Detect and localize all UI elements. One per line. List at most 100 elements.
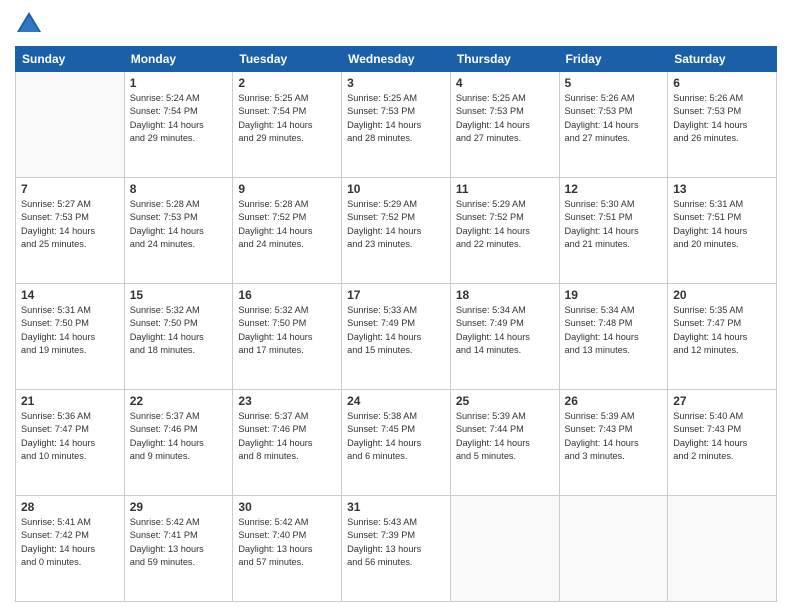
calendar-cell: 5 Sunrise: 5:26 AMSunset: 7:53 PMDaylight… <box>559 72 668 178</box>
calendar-table: SundayMondayTuesdayWednesdayThursdayFrid… <box>15 46 777 602</box>
calendar-cell: 6 Sunrise: 5:26 AMSunset: 7:53 PMDaylight… <box>668 72 777 178</box>
calendar-cell: 4 Sunrise: 5:25 AMSunset: 7:53 PMDaylight… <box>450 72 559 178</box>
day-info: Sunrise: 5:31 AMSunset: 7:51 PMDaylight:… <box>673 198 771 251</box>
calendar-cell: 24 Sunrise: 5:38 AMSunset: 7:45 PMDayligh… <box>342 390 451 496</box>
day-number: 12 <box>565 182 663 196</box>
day-number: 21 <box>21 394 119 408</box>
day-info: Sunrise: 5:42 AMSunset: 7:40 PMDaylight:… <box>238 516 336 569</box>
calendar-cell <box>16 72 125 178</box>
calendar-cell <box>559 496 668 602</box>
calendar-week-row: 7 Sunrise: 5:27 AMSunset: 7:53 PMDaylight… <box>16 178 777 284</box>
calendar-cell: 27Sunrise: 5:40 AMSunset: 7:43 PMDayligh… <box>668 390 777 496</box>
calendar-cell: 31 Sunrise: 5:43 AMSunset: 7:39 PMDayligh… <box>342 496 451 602</box>
calendar-cell: 3Sunrise: 5:25 AMSunset: 7:53 PMDaylight… <box>342 72 451 178</box>
day-info: Sunrise: 5:37 AMSunset: 7:46 PMDaylight:… <box>238 410 336 463</box>
day-info: Sunrise: 5:43 AMSunset: 7:39 PMDaylight:… <box>347 516 445 569</box>
day-number: 6 <box>673 76 771 90</box>
day-info: Sunrise: 5:36 AMSunset: 7:47 PMDaylight:… <box>21 410 119 463</box>
day-number: 4 <box>456 76 554 90</box>
calendar-cell <box>668 496 777 602</box>
day-info: Sunrise: 5:27 AMSunset: 7:53 PMDaylight:… <box>21 198 119 251</box>
weekday-header: Wednesday <box>342 47 451 72</box>
calendar-week-row: 14Sunrise: 5:31 AMSunset: 7:50 PMDayligh… <box>16 284 777 390</box>
day-number: 7 <box>21 182 119 196</box>
day-info: Sunrise: 5:39 AMSunset: 7:44 PMDaylight:… <box>456 410 554 463</box>
calendar-cell: 12 Sunrise: 5:30 AMSunset: 7:51 PMDayligh… <box>559 178 668 284</box>
weekday-header: Sunday <box>16 47 125 72</box>
calendar-cell: 1Sunrise: 5:24 AMSunset: 7:54 PMDaylight… <box>124 72 233 178</box>
day-info: Sunrise: 5:29 AMSunset: 7:52 PMDaylight:… <box>347 198 445 251</box>
day-info: Sunrise: 5:42 AMSunset: 7:41 PMDaylight:… <box>130 516 228 569</box>
day-info: Sunrise: 5:28 AMSunset: 7:53 PMDaylight:… <box>130 198 228 251</box>
day-info: Sunrise: 5:38 AMSunset: 7:45 PMDaylight:… <box>347 410 445 463</box>
header <box>15 10 777 38</box>
logo <box>15 10 47 38</box>
day-info: Sunrise: 5:34 AMSunset: 7:48 PMDaylight:… <box>565 304 663 357</box>
day-info: Sunrise: 5:29 AMSunset: 7:52 PMDaylight:… <box>456 198 554 251</box>
day-info: Sunrise: 5:37 AMSunset: 7:46 PMDaylight:… <box>130 410 228 463</box>
day-info: Sunrise: 5:25 AMSunset: 7:54 PMDaylight:… <box>238 92 336 145</box>
calendar-cell: 19 Sunrise: 5:34 AMSunset: 7:48 PMDayligh… <box>559 284 668 390</box>
day-info: Sunrise: 5:26 AMSunset: 7:53 PMDaylight:… <box>673 92 771 145</box>
day-number: 5 <box>565 76 663 90</box>
weekday-header: Friday <box>559 47 668 72</box>
day-number: 11 <box>456 182 554 196</box>
calendar-week-row: 1Sunrise: 5:24 AMSunset: 7:54 PMDaylight… <box>16 72 777 178</box>
day-number: 2 <box>238 76 336 90</box>
day-number: 25 <box>456 394 554 408</box>
page: SundayMondayTuesdayWednesdayThursdayFrid… <box>0 0 792 612</box>
calendar-cell: 14Sunrise: 5:31 AMSunset: 7:50 PMDayligh… <box>16 284 125 390</box>
day-number: 17 <box>347 288 445 302</box>
day-number: 28 <box>21 500 119 514</box>
day-info: Sunrise: 5:32 AMSunset: 7:50 PMDaylight:… <box>238 304 336 357</box>
day-number: 26 <box>565 394 663 408</box>
day-info: Sunrise: 5:25 AMSunset: 7:53 PMDaylight:… <box>456 92 554 145</box>
day-info: Sunrise: 5:35 AMSunset: 7:47 PMDaylight:… <box>673 304 771 357</box>
day-number: 20 <box>673 288 771 302</box>
day-info: Sunrise: 5:34 AMSunset: 7:49 PMDaylight:… <box>456 304 554 357</box>
day-number: 23 <box>238 394 336 408</box>
day-number: 24 <box>347 394 445 408</box>
day-info: Sunrise: 5:41 AMSunset: 7:42 PMDaylight:… <box>21 516 119 569</box>
weekday-header: Monday <box>124 47 233 72</box>
weekday-header: Thursday <box>450 47 559 72</box>
day-number: 30 <box>238 500 336 514</box>
calendar-cell <box>450 496 559 602</box>
day-number: 16 <box>238 288 336 302</box>
day-info: Sunrise: 5:33 AMSunset: 7:49 PMDaylight:… <box>347 304 445 357</box>
calendar-cell: 11 Sunrise: 5:29 AMSunset: 7:52 PMDayligh… <box>450 178 559 284</box>
day-number: 8 <box>130 182 228 196</box>
day-info: Sunrise: 5:30 AMSunset: 7:51 PMDaylight:… <box>565 198 663 251</box>
calendar-cell: 29Sunrise: 5:42 AMSunset: 7:41 PMDayligh… <box>124 496 233 602</box>
day-number: 9 <box>238 182 336 196</box>
calendar-cell: 28 Sunrise: 5:41 AMSunset: 7:42 PMDayligh… <box>16 496 125 602</box>
day-number: 31 <box>347 500 445 514</box>
day-number: 13 <box>673 182 771 196</box>
calendar-cell: 15Sunrise: 5:32 AMSunset: 7:50 PMDayligh… <box>124 284 233 390</box>
day-info: Sunrise: 5:28 AMSunset: 7:52 PMDaylight:… <box>238 198 336 251</box>
calendar-cell: 13 Sunrise: 5:31 AMSunset: 7:51 PMDayligh… <box>668 178 777 284</box>
day-info: Sunrise: 5:26 AMSunset: 7:53 PMDaylight:… <box>565 92 663 145</box>
day-number: 14 <box>21 288 119 302</box>
day-number: 10 <box>347 182 445 196</box>
calendar-cell: 30 Sunrise: 5:42 AMSunset: 7:40 PMDayligh… <box>233 496 342 602</box>
calendar-cell: 21 Sunrise: 5:36 AMSunset: 7:47 PMDayligh… <box>16 390 125 496</box>
calendar-cell: 18 Sunrise: 5:34 AMSunset: 7:49 PMDayligh… <box>450 284 559 390</box>
calendar-week-row: 21 Sunrise: 5:36 AMSunset: 7:47 PMDayligh… <box>16 390 777 496</box>
calendar-cell: 20 Sunrise: 5:35 AMSunset: 7:47 PMDayligh… <box>668 284 777 390</box>
day-info: Sunrise: 5:24 AMSunset: 7:54 PMDaylight:… <box>130 92 228 145</box>
calendar-cell: 25 Sunrise: 5:39 AMSunset: 7:44 PMDayligh… <box>450 390 559 496</box>
logo-icon <box>15 10 43 38</box>
day-number: 22 <box>130 394 228 408</box>
calendar-cell: 2 Sunrise: 5:25 AMSunset: 7:54 PMDaylight… <box>233 72 342 178</box>
weekday-header-row: SundayMondayTuesdayWednesdayThursdayFrid… <box>16 47 777 72</box>
day-number: 18 <box>456 288 554 302</box>
calendar-cell: 10 Sunrise: 5:29 AMSunset: 7:52 PMDayligh… <box>342 178 451 284</box>
calendar-cell: 26 Sunrise: 5:39 AMSunset: 7:43 PMDayligh… <box>559 390 668 496</box>
day-number: 27 <box>673 394 771 408</box>
day-info: Sunrise: 5:39 AMSunset: 7:43 PMDaylight:… <box>565 410 663 463</box>
day-number: 19 <box>565 288 663 302</box>
calendar-cell: 7 Sunrise: 5:27 AMSunset: 7:53 PMDaylight… <box>16 178 125 284</box>
day-number: 15 <box>130 288 228 302</box>
calendar-cell: 22 Sunrise: 5:37 AMSunset: 7:46 PMDayligh… <box>124 390 233 496</box>
